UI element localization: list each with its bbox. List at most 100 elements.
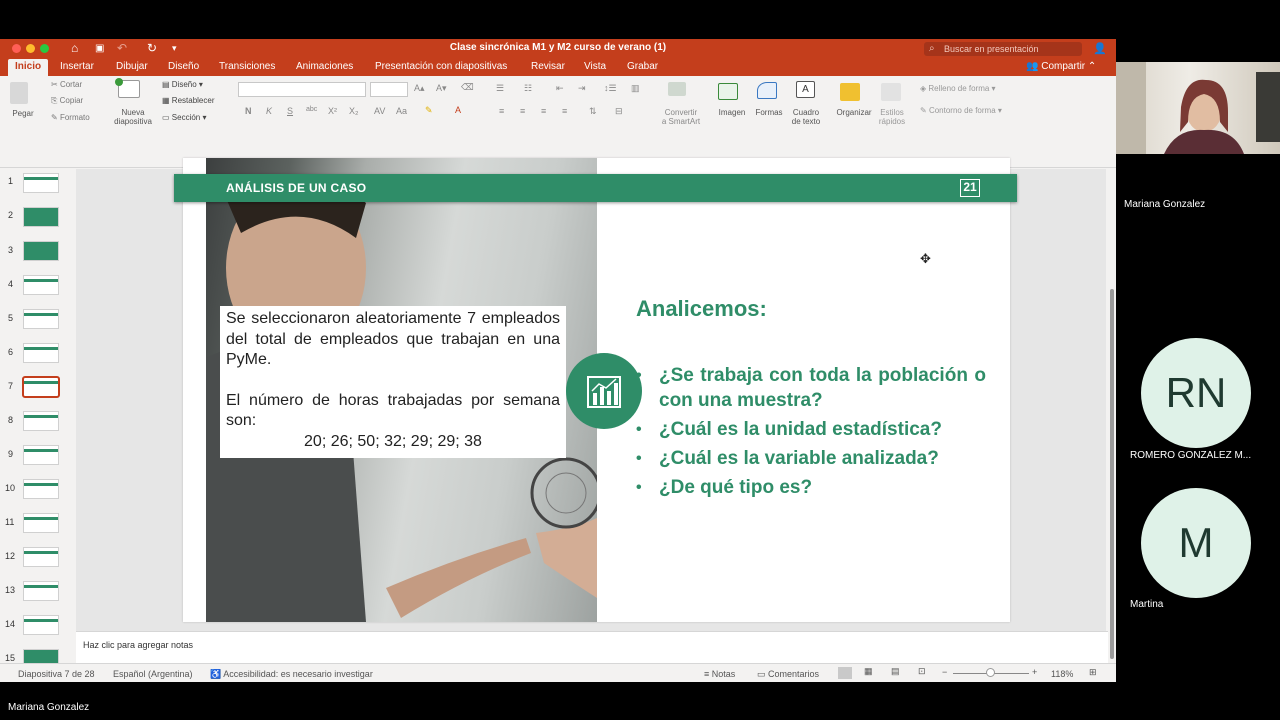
change-case-icon[interactable]: Aa: [396, 106, 407, 116]
paint-bucket-icon: ◈: [920, 84, 927, 93]
slide-thumbnail-3[interactable]: [23, 241, 59, 261]
logo-21: 21: [960, 179, 980, 197]
tab-vista[interactable]: Vista: [584, 59, 606, 76]
paste-button[interactable]: Pegar: [6, 109, 40, 118]
numbering-icon[interactable]: ☷: [524, 83, 532, 94]
quick-styles-button[interactable]: Estilos rápidos: [872, 108, 912, 126]
thumb-number: 13: [5, 585, 16, 595]
comments-toggle[interactable]: ▭ Comentarios: [757, 669, 819, 680]
fit-slide-icon[interactable]: ⊞: [1089, 667, 1097, 678]
font-size-select[interactable]: [370, 82, 408, 97]
columns-icon[interactable]: ▥: [631, 83, 640, 94]
copy-button[interactable]: ⎘ Copiar: [51, 96, 83, 106]
zoom-level[interactable]: 118%: [1051, 669, 1073, 679]
speaker-video-image: [1116, 62, 1280, 154]
decrease-indent-icon[interactable]: ⇤: [556, 83, 564, 94]
section-button[interactable]: ▭ Sección ▾: [162, 113, 207, 123]
tab-presentacion[interactable]: Presentación con diapositivas: [375, 59, 507, 76]
textbox-button[interactable]: Cuadro de texto: [788, 108, 824, 126]
arrange-button[interactable]: Organizar: [832, 108, 876, 117]
tab-insertar[interactable]: Insertar: [60, 59, 94, 76]
tab-diseno[interactable]: Diseño: [168, 59, 199, 76]
normal-view-icon[interactable]: [838, 667, 852, 679]
shape-fill-button[interactable]: ◈ Relleno de forma ▾: [920, 84, 996, 94]
slide-thumbnail-12[interactable]: [23, 547, 59, 567]
highlight-icon[interactable]: ✎: [425, 105, 433, 116]
image-button[interactable]: Imagen: [712, 108, 752, 117]
superscript-icon[interactable]: X²: [328, 106, 337, 116]
tab-animaciones[interactable]: Animaciones: [296, 59, 353, 76]
line-spacing-icon[interactable]: ↕☰: [604, 83, 617, 94]
avatar: M: [1141, 488, 1251, 598]
tab-dibujar[interactable]: Dibujar: [116, 59, 148, 76]
tab-grabar[interactable]: Grabar: [627, 59, 658, 76]
align-text-icon[interactable]: ⊟: [615, 106, 623, 117]
language-indicator[interactable]: Español (Argentina): [113, 669, 193, 679]
align-center-icon[interactable]: ≡: [520, 106, 525, 116]
account-icon[interactable]: 👤: [1093, 42, 1107, 55]
italic-icon[interactable]: K: [266, 106, 272, 116]
text-direction-icon[interactable]: ⇅: [589, 106, 597, 117]
zoom-in-icon[interactable]: +: [1032, 667, 1037, 677]
share-button[interactable]: 👥 Compartir ⌃: [1026, 59, 1096, 74]
new-slide-button[interactable]: Nueva diapositiva: [110, 108, 156, 126]
reset-button[interactable]: ▦ Restablecer: [162, 96, 214, 106]
shape-outline-button[interactable]: ✎ Contorno de forma ▾: [920, 106, 1002, 116]
bold-icon[interactable]: N: [245, 106, 252, 116]
zoom-out-icon[interactable]: −: [942, 667, 947, 677]
strikethrough-icon[interactable]: abc: [306, 106, 317, 113]
clear-format-icon[interactable]: ⌫: [461, 82, 474, 93]
justify-icon[interactable]: ≡: [562, 106, 567, 116]
slide-thumbnail-14[interactable]: [23, 615, 59, 635]
slide-thumbnail-1[interactable]: [23, 173, 59, 193]
collapse-ribbon-icon: ⌃: [1087, 61, 1097, 72]
align-right-icon[interactable]: ≡: [541, 106, 546, 116]
slide-thumbnail-9[interactable]: [23, 445, 59, 465]
search-input[interactable]: ⌕ Buscar en presentación: [924, 42, 1082, 56]
notes-placeholder: Haz clic para agregar notas: [83, 640, 194, 650]
increase-font-icon[interactable]: A▴: [414, 83, 425, 94]
slide-thumbnail-11[interactable]: [23, 513, 59, 533]
font-color-icon[interactable]: A: [455, 105, 461, 115]
slide-thumbnail-6[interactable]: [23, 343, 59, 363]
notes-pane[interactable]: Haz clic para agregar notas: [76, 631, 1108, 663]
scrollbar-thumb[interactable]: [1110, 289, 1114, 659]
case-textbox[interactable]: Se seleccionaron aleatoriamente 7 emplea…: [220, 306, 566, 458]
slide-thumbnail-10[interactable]: [23, 479, 59, 499]
slideshow-icon[interactable]: ⊡: [918, 666, 926, 677]
subscript-icon[interactable]: X₂: [349, 106, 359, 116]
reading-view-icon[interactable]: ▤: [891, 666, 900, 677]
participant-name: ROMERO GONZALEZ M...: [1130, 450, 1252, 461]
align-left-icon[interactable]: ≡: [499, 106, 504, 116]
slide-thumbnail-2[interactable]: [23, 207, 59, 227]
slide-thumbnail-13[interactable]: [23, 581, 59, 601]
thumb-number: 2: [8, 210, 14, 220]
layout-button[interactable]: ▤ Diseño ▾: [162, 80, 203, 90]
arm-shape: [386, 538, 531, 618]
brush-icon: ✎: [51, 113, 58, 122]
zoom-slider-thumb[interactable]: [986, 668, 995, 677]
char-spacing-icon[interactable]: AV: [374, 106, 385, 116]
slide-thumbnail-8[interactable]: [23, 411, 59, 431]
slide-thumbnail-5[interactable]: [23, 309, 59, 329]
vertical-scrollbar[interactable]: [1108, 169, 1116, 669]
format-painter-button[interactable]: ✎ Formato: [51, 113, 90, 123]
underline-icon[interactable]: S: [287, 106, 293, 116]
tab-inicio[interactable]: Inicio: [8, 59, 49, 76]
thumb-number: 12: [5, 551, 16, 561]
tab-transiciones[interactable]: Transiciones: [219, 59, 275, 76]
convert-smartart-button[interactable]: Convertir a SmartArt: [655, 108, 707, 126]
slide-thumbnail-7[interactable]: [22, 376, 60, 398]
thumb-number: 10: [5, 483, 16, 493]
shapes-button[interactable]: Formas: [752, 108, 786, 117]
notes-toggle[interactable]: ≡ Notas: [704, 669, 735, 679]
increase-indent-icon[interactable]: ⇥: [578, 83, 586, 94]
cut-button[interactable]: ✂ Cortar: [51, 80, 82, 90]
accessibility-indicator[interactable]: ♿ Accesibilidad: es necesario investigar: [210, 669, 373, 680]
slide-sorter-icon[interactable]: ▦: [864, 666, 873, 677]
font-family-select[interactable]: [238, 82, 366, 97]
tab-revisar[interactable]: Revisar: [531, 59, 565, 76]
slide-thumbnail-4[interactable]: [23, 275, 59, 295]
decrease-font-icon[interactable]: A▾: [436, 83, 447, 94]
bullets-icon[interactable]: ☰: [496, 83, 504, 94]
